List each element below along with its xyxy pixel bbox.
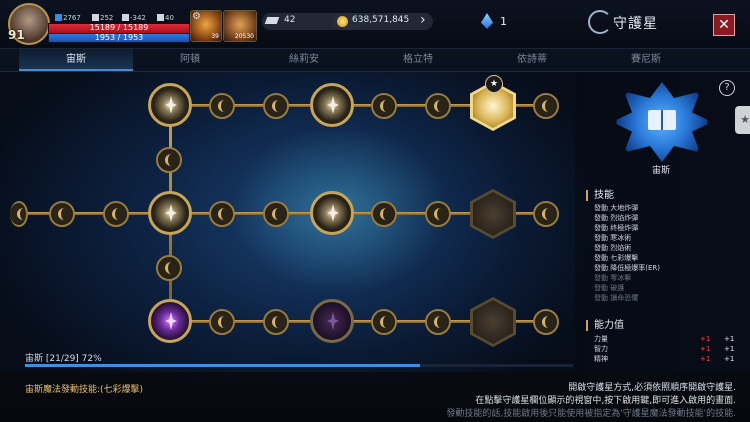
gold-coin-icon (337, 16, 348, 27)
sword-icon (92, 14, 99, 21)
star-node[interactable] (425, 309, 451, 335)
star-node-locked[interactable] (470, 189, 516, 239)
stat-rank-value: 40 (165, 14, 174, 22)
stat-rank: 40 (157, 14, 174, 22)
star-node[interactable] (263, 201, 289, 227)
star-node-major[interactable] (310, 191, 354, 235)
skills-header: 技能 (586, 190, 614, 201)
star-tab-icon[interactable]: ★ (735, 106, 750, 134)
star-node[interactable] (533, 309, 559, 335)
game-screen: 91 2767 252 -342 40 15189 / 15189 1953 /… (0, 0, 750, 422)
quick-slot-count: 20530 (234, 33, 254, 40)
ability-total: +1 (724, 335, 735, 343)
stat-weapon-value: 252 (100, 14, 114, 22)
star-node-major[interactable] (148, 83, 192, 127)
star-node[interactable] (263, 93, 289, 119)
crystal-count: 1 (500, 15, 507, 28)
tab-saenis[interactable]: 賽尼斯 (589, 49, 703, 71)
guardian-star-logo-icon (588, 10, 612, 34)
hp-text: 15189 / 15189 (89, 23, 149, 32)
progress-bar-fill (25, 364, 420, 367)
skill-item: 發動 大地炸彈 (594, 204, 639, 212)
star-node[interactable] (263, 309, 289, 335)
star-node[interactable] (156, 147, 182, 173)
book-icon (648, 110, 676, 130)
constellation-board: ★ (0, 72, 575, 372)
tab-silian[interactable]: 絲莉安 (247, 49, 361, 71)
star-badge-icon: ★ (485, 75, 503, 93)
stat-defense-value: -342 (130, 14, 146, 22)
skill-item: 發動 破護 (594, 284, 625, 292)
star-node[interactable] (49, 201, 75, 227)
helmet-icon (122, 14, 129, 21)
tab-isti[interactable]: 依詩蒂 (475, 49, 589, 71)
ability-bonus: +1 (700, 355, 711, 363)
stat-weapon: 252 (92, 14, 113, 22)
star-node-locked[interactable] (470, 297, 516, 347)
magic-skill-text: 宙斯魔法發動技能:(七彩爆擊) (25, 385, 144, 395)
feather-count: 42 (284, 15, 296, 25)
tab-aton[interactable]: 阿頓 (133, 49, 247, 71)
instruction-line: 在點擊守護星欄位顯示的視窗中,按下啟用鍵,即可進入啟用的畫面. (475, 396, 736, 406)
stat-attack-value: 2767 (63, 14, 81, 22)
skill-item: 發動 烈焰術 (594, 244, 632, 252)
ability-bonus: +1 (700, 345, 711, 353)
star-node[interactable] (209, 93, 235, 119)
quick-slot-item[interactable]: 20530 (223, 10, 257, 42)
skill-item: 發動 七彩爆擊 (594, 254, 639, 262)
stat-attack: 2767 (55, 14, 81, 22)
ability-name: 精神 (594, 355, 608, 363)
ability-total: +1 (724, 345, 735, 353)
instruction-line: 開啟守護星方式,必須依照順序開啟守護星. (568, 383, 736, 393)
star-tabs: 宙斯 阿頓 絲莉安 格立特 依詩蒂 賽尼斯 (0, 49, 750, 72)
skill-item: 發動 零冰擊 (594, 274, 632, 282)
attack-icon (55, 14, 62, 21)
star-node[interactable] (371, 309, 397, 335)
star-node[interactable] (209, 309, 235, 335)
ability-total: +1 (724, 355, 735, 363)
star-node[interactable] (103, 201, 129, 227)
skill-item: 發動 终極炸彈 (594, 224, 639, 232)
mp-bar: 1953 / 1953 (48, 33, 190, 43)
star-node[interactable] (209, 201, 235, 227)
skill-item: 發動 降低極爆率(ER) (594, 264, 660, 272)
skill-item: 發動 烈焰炸彈 (594, 214, 639, 222)
tab-grit[interactable]: 格立特 (361, 49, 475, 71)
star-node[interactable] (533, 93, 559, 119)
ability-name: 智力 (594, 345, 608, 353)
star-node[interactable] (371, 93, 397, 119)
player-level: 91 (8, 28, 25, 42)
star-node-major[interactable] (148, 191, 192, 235)
feather-icon (264, 17, 280, 24)
gear-icon[interactable]: ⚙ (192, 11, 201, 22)
help-icon[interactable]: ? (719, 80, 735, 96)
stat-defense: -342 (122, 14, 146, 22)
progress-bar (25, 364, 573, 367)
star-node-dark[interactable] (310, 299, 354, 343)
mp-text: 1953 / 1953 (94, 33, 144, 42)
tab-zeus[interactable]: 宙斯 (19, 49, 133, 71)
quick-slot-count: 39 (211, 33, 219, 40)
close-button[interactable]: ✕ (713, 14, 735, 36)
instruction-line: 發動技能的話,技能啟用後只能使用被指定為'守護星魔法發動技能'的技能. (446, 409, 736, 419)
skill-item: 發動 寒冰術 (594, 234, 632, 242)
ability-bonus: +1 (700, 335, 711, 343)
star-node[interactable] (533, 201, 559, 227)
star-node[interactable] (425, 93, 451, 119)
page-title: 守護星 (613, 16, 658, 32)
skill-item: 發動 讀命恐懼 (594, 294, 639, 302)
star-node[interactable] (156, 255, 182, 281)
ability-name: 力量 (594, 335, 608, 343)
star-node-partial[interactable] (10, 201, 28, 227)
star-node[interactable] (425, 201, 451, 227)
trophy-icon (157, 14, 164, 21)
star-node[interactable] (371, 201, 397, 227)
star-node-major[interactable] (310, 83, 354, 127)
progress-text: 宙斯 [21/29] 72% (25, 354, 102, 364)
ability-header: 能力值 (586, 320, 624, 331)
star-node-purple[interactable] (148, 299, 192, 343)
gold-count: 638,571,845 (352, 15, 410, 25)
chevron-right-icon[interactable]: › (420, 12, 426, 28)
emblem-name: 宙斯 (652, 166, 671, 176)
